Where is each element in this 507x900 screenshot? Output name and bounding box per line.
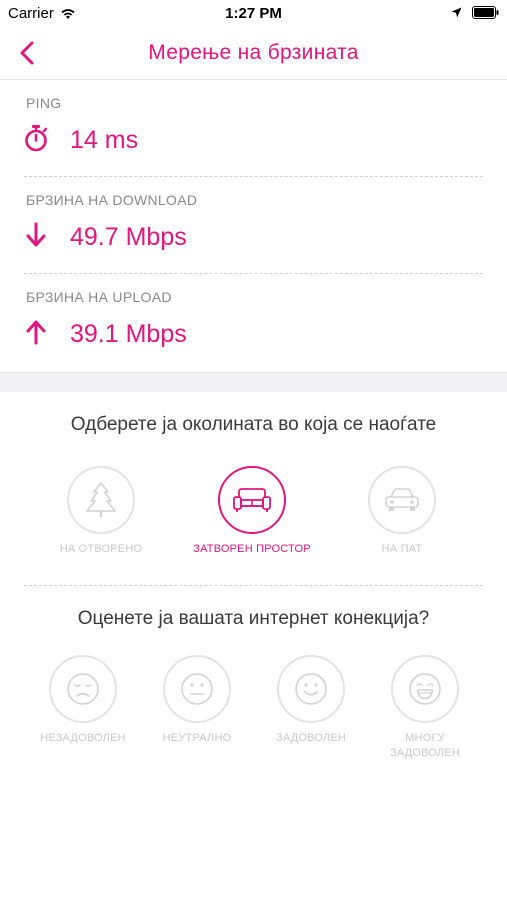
status-time: 1:27 PM	[225, 5, 282, 22]
laugh-face-icon	[409, 673, 441, 705]
section-divider	[24, 585, 483, 586]
very-satisfied-circle	[391, 655, 459, 723]
status-right	[451, 6, 499, 19]
upload-value: 39.1 Mbps	[70, 320, 187, 348]
ping-label: PING	[26, 95, 62, 111]
rating-title: Оценете ја вашата интернет конекција?	[77, 608, 430, 629]
ping-value: 14 ms	[70, 126, 139, 154]
rating-option-dissatisfied[interactable]: НЕЗАДОВОЛЕН	[18, 655, 148, 746]
satisfied-label: ЗАДОВОЛЕН	[275, 732, 347, 744]
on-road-label: НА ПАТ	[381, 543, 423, 555]
car-icon	[385, 488, 419, 511]
very-satisfied-label-line1: МНОГУ	[405, 732, 445, 744]
speed-results: PING 14 ms БРЗИНА НА DOWNLOAD 49.7 Mbps …	[0, 80, 507, 372]
download-result: БРЗИНА НА DOWNLOAD 49.7 Mbps	[24, 177, 483, 274]
environment-option-on-road[interactable]: НА ПАТ	[337, 466, 467, 557]
section-separator	[0, 372, 507, 392]
nav-bar: Мерење на брзината	[0, 28, 507, 80]
dissatisfied-circle	[49, 655, 117, 723]
rating-option-neutral[interactable]: НЕУТРАЛНО	[132, 655, 262, 746]
indoor-label: ЗАТВОРЕН ПРОСТОР	[193, 543, 311, 555]
environment-option-indoor[interactable]: ЗАТВОРЕН ПРОСТОР	[187, 466, 317, 557]
very-satisfied-label-line2: ЗАДОВОЛЕН	[389, 747, 461, 759]
environment-option-outdoor[interactable]: НА ОТВОРЕНО	[36, 466, 166, 557]
sad-face-icon	[67, 673, 99, 705]
rating-option-very-satisfied[interactable]: МНОГУ ЗАДОВОЛЕН	[360, 655, 490, 761]
sofa-icon	[233, 488, 271, 512]
arrow-down-icon	[26, 222, 46, 247]
outdoor-circle	[67, 466, 135, 534]
download-value: 49.7 Mbps	[70, 223, 187, 251]
battery-icon	[472, 6, 499, 19]
on-road-circle	[368, 466, 436, 534]
location-arrow-icon	[451, 7, 462, 18]
upload-result: БРЗИНА НА UPLOAD 39.1 Mbps	[24, 274, 483, 371]
rating-option-satisfied[interactable]: ЗАДОВОЛЕН	[246, 655, 376, 746]
page-title: Мерење на брзината	[148, 41, 359, 64]
status-bar: Carrier 1:27 PM	[0, 0, 507, 28]
ping-result: PING 14 ms	[24, 80, 483, 177]
indoor-circle	[218, 466, 286, 534]
neutral-face-icon	[181, 673, 213, 705]
neutral-label: НЕУТРАЛНО	[162, 732, 232, 744]
neutral-circle	[163, 655, 231, 723]
smile-face-icon	[295, 673, 327, 705]
upload-label: БРЗИНА НА UPLOAD	[26, 289, 172, 305]
tree-icon	[86, 482, 116, 517]
environment-title: Одберете ја околината во која се наоѓате	[70, 414, 437, 435]
satisfied-circle	[277, 655, 345, 723]
dissatisfied-label: НЕЗАДОВОЛЕН	[40, 732, 126, 744]
outdoor-label: НА ОТВОРЕНО	[59, 543, 143, 555]
very-satisfied-label: МНОГУ ЗАДОВОЛЕН	[360, 731, 490, 761]
arrow-up-icon	[26, 320, 46, 345]
download-label: БРЗИНА НА DOWNLOAD	[26, 192, 198, 208]
stopwatch-icon	[25, 125, 48, 152]
